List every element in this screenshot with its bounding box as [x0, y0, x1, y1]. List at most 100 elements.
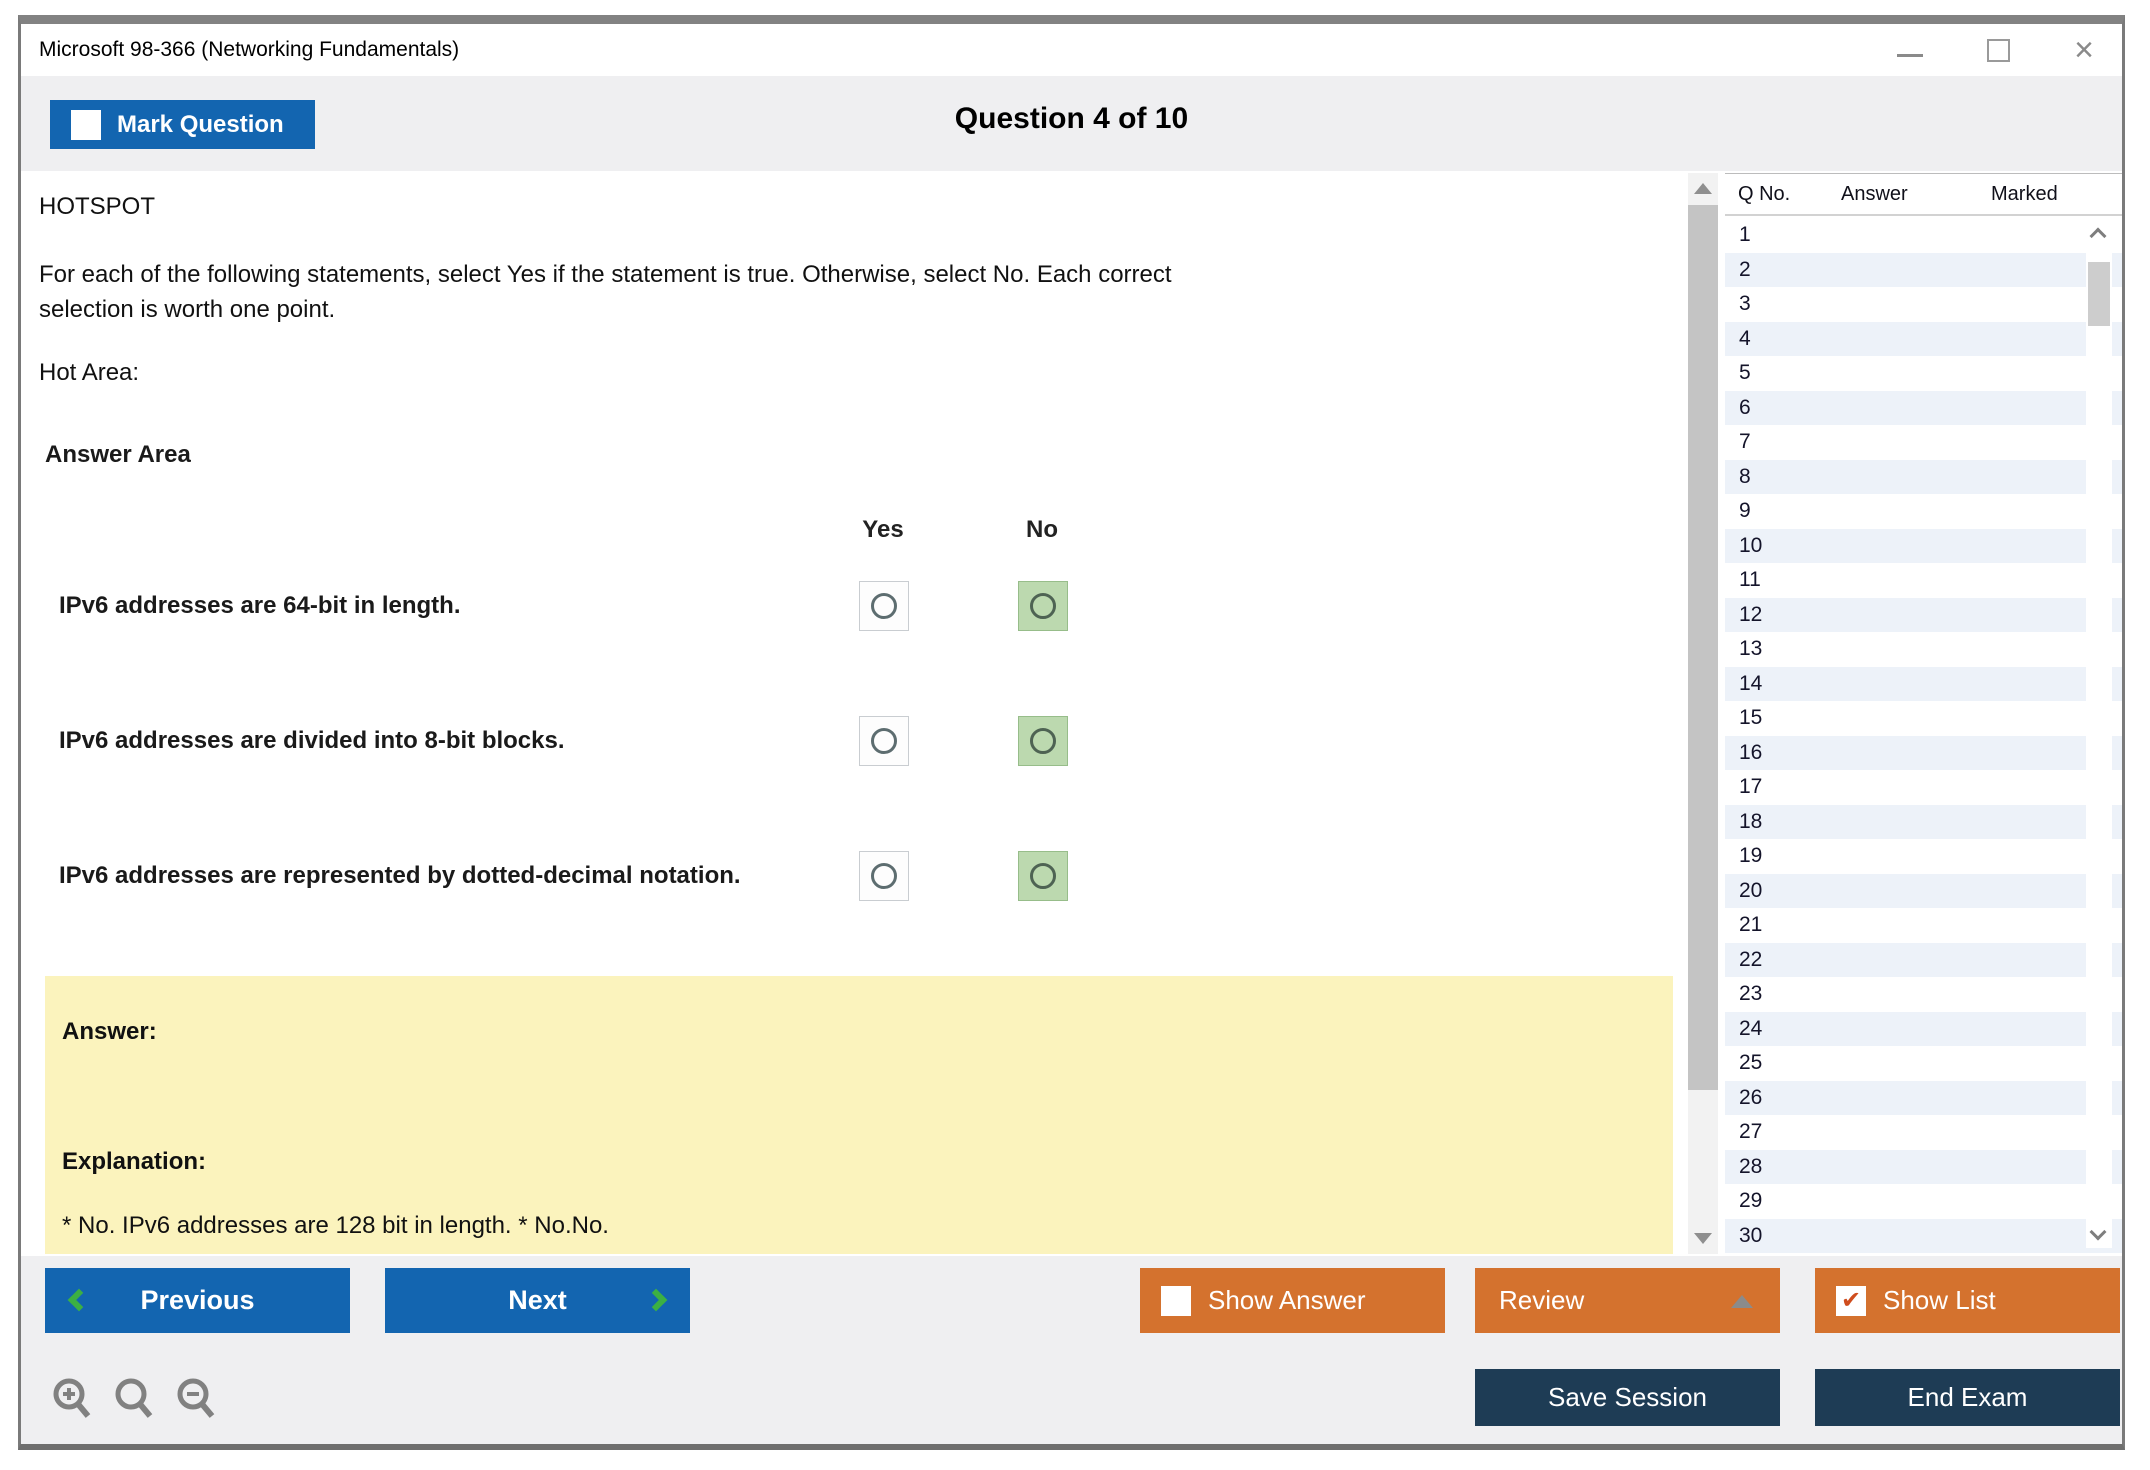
q-number: 13 — [1739, 637, 1763, 661]
question-list-row[interactable]: 28 — [1725, 1149, 2122, 1184]
question-list-row[interactable]: 26 — [1725, 1080, 2122, 1115]
question-list-row[interactable]: 12 — [1725, 597, 2122, 632]
question-list-row[interactable]: 23 — [1725, 977, 2122, 1012]
radio-yes[interactable] — [859, 581, 909, 631]
radio-yes[interactable] — [859, 851, 909, 901]
q-number: 28 — [1739, 1154, 1763, 1178]
show-answer-checkbox[interactable] — [1161, 1285, 1191, 1316]
q-number: 20 — [1739, 878, 1763, 902]
question-list-row[interactable]: 8 — [1725, 459, 2122, 494]
show-list-button[interactable]: ✔ Show List — [1815, 1268, 2120, 1333]
zoom-in-icon[interactable] — [50, 1376, 96, 1422]
statement-text: IPv6 addresses are 64-bit in length. — [59, 592, 461, 619]
scroll-down-icon[interactable] — [1694, 1233, 1712, 1244]
show-answer-label: Show Answer — [1208, 1285, 1366, 1315]
collapse-arrow-icon[interactable] — [1731, 1295, 1753, 1308]
question-list-row[interactable]: 18 — [1725, 804, 2122, 839]
question-list-row[interactable]: 7 — [1725, 425, 2122, 460]
question-list-row[interactable]: 11 — [1725, 563, 2122, 598]
review-button[interactable]: Review — [1475, 1268, 1780, 1333]
previous-button[interactable]: Previous — [45, 1268, 350, 1333]
radio-circle-icon — [871, 593, 897, 619]
list-scrollbar-thumb[interactable] — [2088, 262, 2110, 326]
question-list-row[interactable]: 16 — [1725, 735, 2122, 770]
hot-area-label: Hot Area: — [39, 359, 140, 386]
scrollbar-thumb[interactable] — [1688, 205, 1718, 1090]
q-number: 8 — [1739, 464, 1751, 488]
radio-circle-icon — [1030, 593, 1056, 619]
question-list-row[interactable]: 29 — [1725, 1184, 2122, 1219]
end-exam-button[interactable]: End Exam — [1815, 1369, 2120, 1426]
statement-text: IPv6 addresses are divided into 8-bit bl… — [59, 727, 565, 754]
list-scroll-down-icon[interactable] — [2089, 1223, 2107, 1241]
answer-explanation-panel: Answer: Explanation: * No. IPv6 addresse… — [45, 976, 1673, 1254]
column-header-no: No — [1026, 516, 1058, 543]
column-header-yes: Yes — [862, 516, 904, 543]
maximize-icon[interactable] — [1987, 38, 2011, 62]
question-list-row[interactable]: 22 — [1725, 942, 2122, 977]
radio-no[interactable] — [1018, 851, 1068, 901]
radio-circle-icon — [871, 863, 897, 889]
q-number: 2 — [1739, 257, 1751, 281]
chevron-right-icon — [644, 1288, 668, 1312]
explanation-label: Explanation: — [62, 1148, 207, 1175]
header-answer: Answer — [1841, 183, 1908, 205]
question-list-row[interactable]: 25 — [1725, 1046, 2122, 1081]
radio-circle-icon — [1030, 863, 1056, 889]
radio-no[interactable] — [1018, 581, 1068, 631]
question-list-row[interactable]: 20 — [1725, 873, 2122, 908]
question-list-row[interactable]: 10 — [1725, 528, 2122, 563]
previous-label: Previous — [140, 1285, 255, 1315]
zoom-reset-icon[interactable] — [112, 1376, 158, 1422]
statement-text: IPv6 addresses are represented by dotted… — [59, 862, 741, 889]
question-list-row[interactable]: 6 — [1725, 390, 2122, 425]
chevron-left-icon — [67, 1288, 91, 1312]
q-number: 22 — [1739, 947, 1763, 971]
question-list-row[interactable]: 19 — [1725, 839, 2122, 874]
q-number: 19 — [1739, 844, 1763, 868]
radio-no[interactable] — [1018, 716, 1068, 766]
minimize-icon[interactable] — [1897, 44, 1924, 57]
question-list-row[interactable]: 15 — [1725, 701, 2122, 736]
statement-row: IPv6 addresses are 64-bit in length. — [21, 581, 1141, 631]
q-number: 3 — [1739, 292, 1751, 316]
question-list-row[interactable]: 13 — [1725, 632, 2122, 667]
q-number: 27 — [1739, 1120, 1763, 1144]
question-list-row[interactable]: 24 — [1725, 1011, 2122, 1046]
question-list-row[interactable]: 9 — [1725, 494, 2122, 529]
q-number: 7 — [1739, 430, 1751, 454]
show-answer-button[interactable]: Show Answer — [1140, 1268, 1445, 1333]
next-button[interactable]: Next — [385, 1268, 690, 1333]
question-list-row[interactable]: 30 — [1725, 1218, 2122, 1253]
zoom-out-icon[interactable] — [174, 1376, 220, 1422]
q-number: 11 — [1739, 568, 1761, 592]
radio-circle-icon — [1030, 728, 1056, 754]
radio-circle-icon — [871, 728, 897, 754]
q-number: 16 — [1739, 740, 1763, 764]
question-list-row[interactable]: 4 — [1725, 321, 2122, 356]
q-number: 25 — [1739, 1051, 1763, 1075]
header-marked: Marked — [1991, 183, 2058, 205]
question-type-label: HOTSPOT — [39, 193, 156, 220]
scroll-up-icon[interactable] — [1694, 183, 1712, 194]
q-number: 24 — [1739, 1016, 1763, 1040]
q-number: 18 — [1739, 809, 1763, 833]
question-list-row[interactable]: 1 — [1725, 218, 2122, 253]
q-number: 1 — [1739, 223, 1751, 247]
question-list-row[interactable]: 27 — [1725, 1115, 2122, 1150]
question-list-scrollbar[interactable] — [2086, 220, 2112, 1248]
question-list-row[interactable]: 21 — [1725, 908, 2122, 943]
close-icon[interactable]: × — [2074, 33, 2094, 67]
answer-label: Answer: — [62, 1018, 157, 1045]
question-list-row[interactable]: 3 — [1725, 287, 2122, 322]
list-scroll-up-icon[interactable] — [2089, 227, 2107, 245]
radio-yes[interactable] — [859, 716, 909, 766]
save-session-button[interactable]: Save Session — [1475, 1369, 1780, 1426]
main-scrollbar[interactable] — [1688, 173, 1718, 1254]
question-list-row[interactable]: 14 — [1725, 666, 2122, 701]
question-body: HOTSPOT For each of the following statem… — [21, 171, 2122, 1256]
question-list-row[interactable]: 2 — [1725, 252, 2122, 287]
question-list-row[interactable]: 5 — [1725, 356, 2122, 391]
show-list-checkbox[interactable]: ✔ — [1836, 1285, 1866, 1316]
question-list-row[interactable]: 17 — [1725, 770, 2122, 805]
